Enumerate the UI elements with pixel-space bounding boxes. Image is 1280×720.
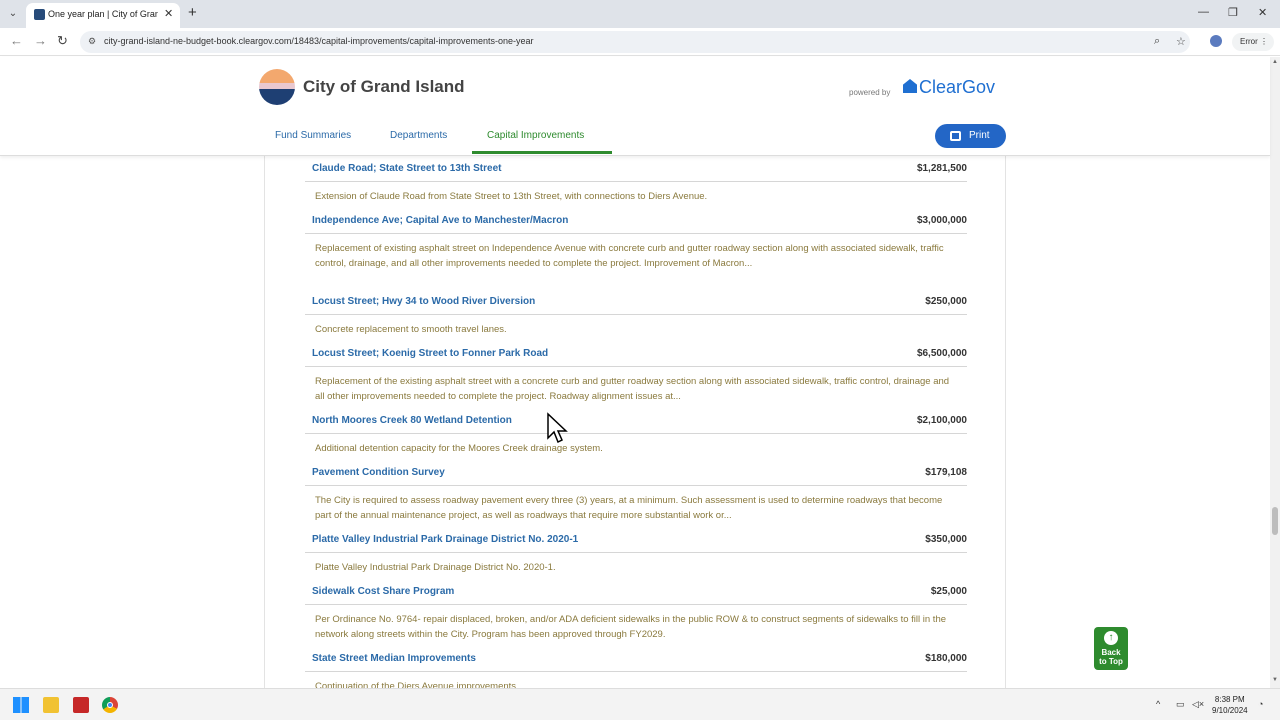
print-button[interactable]: Print xyxy=(935,124,1006,148)
divider xyxy=(305,671,967,672)
nav-departments[interactable]: Departments xyxy=(390,130,447,141)
project-amount: $3,000,000 xyxy=(916,215,967,226)
city-name[interactable]: City of Grand Island xyxy=(303,77,465,97)
back-label-line2: to Top xyxy=(1099,657,1123,666)
project-description: Per Ordinance No. 9764- repair displaced… xyxy=(315,614,947,640)
pdf-app-icon[interactable] xyxy=(73,697,89,713)
volume-icon[interactable]: ◁× xyxy=(1192,699,1204,710)
scroll-up-icon[interactable]: ▲ xyxy=(1272,59,1278,65)
site-header: City of Grand Island powered by ClearGov… xyxy=(0,57,1270,156)
project-title[interactable]: Independence Ave; Capital Ave to Manches… xyxy=(312,215,568,226)
url-text[interactable]: city-grand-island-ne-budget-book.cleargo… xyxy=(104,36,534,46)
project-amount: $1,281,500 xyxy=(916,163,967,174)
project-description: Concrete replacement to smooth travel la… xyxy=(315,324,507,335)
scroll-thumb[interactable] xyxy=(1272,507,1278,535)
notification-bell-icon[interactable]: ◔ xyxy=(1258,699,1263,709)
tab-title: One year plan | City of Grand Is xyxy=(48,9,158,19)
window-close-button[interactable]: ✕ xyxy=(1258,6,1267,19)
reload-icon[interactable]: ↻ xyxy=(57,33,68,49)
new-tab-button[interactable]: + xyxy=(188,4,197,21)
nav-fund-summaries[interactable]: Fund Summaries xyxy=(275,130,351,141)
omnibox[interactable]: ⚙ city-grand-island-ne-budget-book.clear… xyxy=(80,31,1190,53)
printer-icon xyxy=(950,131,961,141)
tray-chevron-icon[interactable]: ^ xyxy=(1156,699,1160,709)
tab-close-icon[interactable]: ✕ xyxy=(164,7,173,20)
divider xyxy=(305,314,967,315)
chrome-icon[interactable] xyxy=(102,697,118,713)
project-description: Additional detention capacity for the Mo… xyxy=(315,443,603,454)
zoom-icon[interactable]: ⌕ xyxy=(1154,35,1160,48)
project-amount: $2,100,000 xyxy=(916,415,967,426)
back-label-line1: Back xyxy=(1101,648,1121,657)
cleargov-brand[interactable]: ClearGov xyxy=(919,77,995,98)
site-info-icon[interactable]: ⚙ xyxy=(88,36,96,47)
project-amount: $6,500,000 xyxy=(916,348,967,359)
minimize-button[interactable]: — xyxy=(1198,6,1209,18)
page-scrollbar[interactable]: ▲ ▼ xyxy=(1270,57,1280,688)
project-title[interactable]: North Moores Creek 80 Wetland Detention xyxy=(312,415,512,426)
project-description: Continuation of the Diers Avenue improve… xyxy=(315,681,524,688)
cleargov-logo-icon[interactable] xyxy=(903,79,917,93)
windows-start-icon[interactable] xyxy=(13,697,29,713)
arrow-up-icon: ↑ xyxy=(1104,631,1118,645)
favicon-icon xyxy=(34,9,45,20)
project-title[interactable]: State Street Median Improvements xyxy=(312,653,476,664)
forward-arrow-icon[interactable]: → xyxy=(34,33,47,48)
project-amount: $25,000 xyxy=(930,586,967,597)
back-to-top-button[interactable]: ↑ Back to Top xyxy=(1094,627,1128,670)
back-to-top-label: Back to Top xyxy=(1094,648,1128,666)
bookmark-star-icon[interactable]: ☆ xyxy=(1176,35,1186,48)
nav-capital-improvements[interactable]: Capital Improvements xyxy=(487,130,584,141)
project-description: The City is required to assess roadway p… xyxy=(315,495,943,521)
divider xyxy=(305,233,967,234)
os-taskbar: ^ ▭ ◁× 8:38 PM 9/10/2024 ◔ xyxy=(0,688,1280,720)
project-title[interactable]: Claude Road; State Street to 13th Street xyxy=(312,163,501,174)
scroll-down-icon[interactable]: ▼ xyxy=(1272,677,1278,683)
project-description: Replacement of the existing asphalt stre… xyxy=(315,376,950,402)
project-title[interactable]: Pavement Condition Survey xyxy=(312,467,445,478)
divider xyxy=(305,485,967,486)
project-description: Replacement of existing asphalt street o… xyxy=(315,243,944,269)
clock-time: 8:38 PM xyxy=(1214,695,1245,704)
divider xyxy=(305,181,967,182)
restore-button[interactable]: ❐ xyxy=(1228,6,1238,19)
project-amount: $179,108 xyxy=(925,467,967,478)
browser-tab[interactable]: One year plan | City of Grand Is ✕ xyxy=(26,3,180,28)
project-list: Claude Road; State Street to 13th Street… xyxy=(264,156,1006,688)
city-logo[interactable] xyxy=(259,69,295,105)
file-explorer-icon[interactable] xyxy=(43,697,59,713)
divider xyxy=(305,433,967,434)
error-menu-button[interactable]: Error ⋮ xyxy=(1232,33,1274,51)
divider xyxy=(305,604,967,605)
powered-by-label: powered by xyxy=(849,88,891,97)
network-icon[interactable]: ▭ xyxy=(1176,699,1185,710)
print-label: Print xyxy=(969,130,990,141)
active-nav-underline xyxy=(472,151,612,154)
project-amount: $250,000 xyxy=(925,296,967,307)
project-amount: $350,000 xyxy=(925,534,967,545)
error-label: Error xyxy=(1240,37,1258,46)
address-bar-row: ← → ↻ ⚙ city-grand-island-ne-budget-book… xyxy=(0,28,1280,56)
tab-search-icon[interactable]: ⌄ xyxy=(4,6,22,22)
clock-date: 9/10/2024 xyxy=(1212,706,1248,715)
back-arrow-icon[interactable]: ← xyxy=(10,33,23,48)
project-title[interactable]: Locust Street; Koenig Street to Fonner P… xyxy=(312,348,548,359)
mouse-cursor-icon xyxy=(547,412,568,444)
divider xyxy=(305,552,967,553)
project-amount: $180,000 xyxy=(925,653,967,664)
project-title[interactable]: Platte Valley Industrial Park Drainage D… xyxy=(312,534,578,545)
project-title[interactable]: Sidewalk Cost Share Program xyxy=(312,586,454,597)
project-description: Extension of Claude Road from State Stre… xyxy=(315,191,708,202)
browser-tab-bar: ⌄ One year plan | City of Grand Is ✕ + —… xyxy=(0,0,1280,28)
system-clock[interactable]: 8:38 PM 9/10/2024 xyxy=(1212,694,1248,716)
divider xyxy=(305,366,967,367)
project-title[interactable]: Locust Street; Hwy 34 to Wood River Dive… xyxy=(312,296,535,307)
profile-avatar-icon[interactable] xyxy=(1210,35,1222,47)
project-description: Platte Valley Industrial Park Drainage D… xyxy=(315,562,556,573)
